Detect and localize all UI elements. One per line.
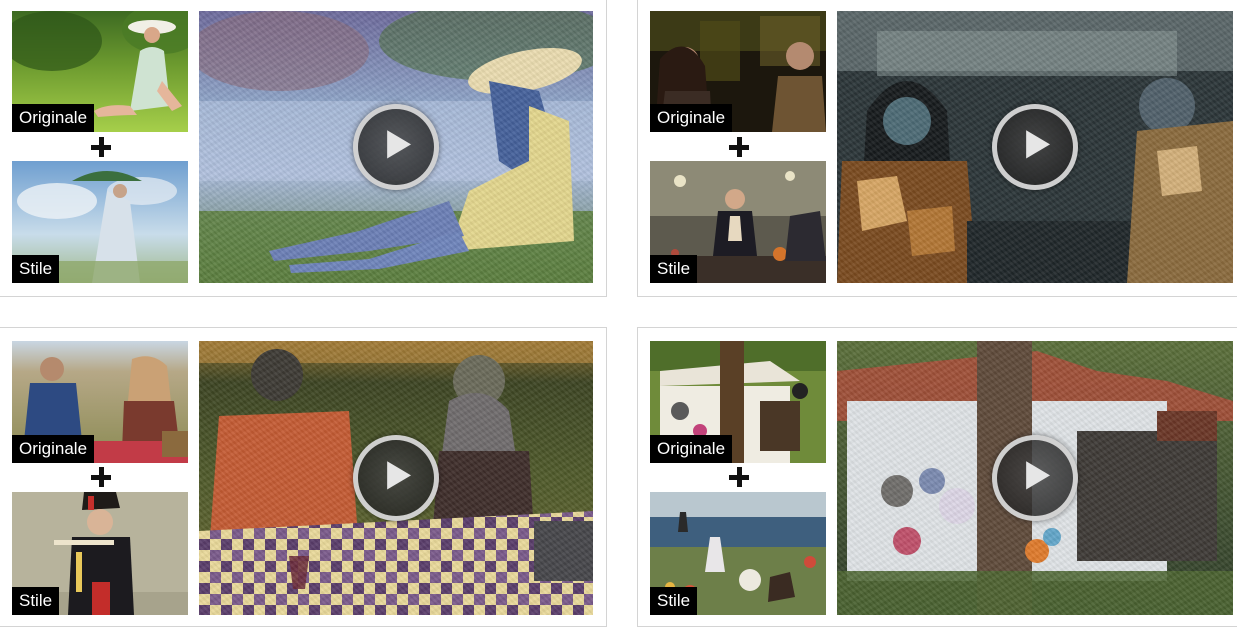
original-image-thumbnail: Originale bbox=[650, 11, 826, 132]
plus-icon bbox=[729, 467, 749, 487]
original-image-thumbnail: Originale bbox=[12, 11, 188, 132]
play-button[interactable] bbox=[992, 104, 1078, 190]
original-image-thumbnail: Originale bbox=[650, 341, 826, 463]
style-transfer-card-4: Originale Stile bbox=[637, 327, 1237, 627]
style-transfer-card-1: Originale Stile bbox=[0, 0, 607, 297]
play-button[interactable] bbox=[992, 435, 1078, 521]
original-image-thumbnail: Originale bbox=[12, 341, 188, 463]
style-image-thumbnail: Stile bbox=[12, 492, 188, 615]
style-label: Stile bbox=[12, 255, 60, 283]
play-button[interactable] bbox=[353, 104, 439, 190]
original-label: Originale bbox=[12, 435, 95, 463]
stylized-video-player[interactable] bbox=[199, 341, 593, 615]
stylized-video-player[interactable] bbox=[199, 11, 593, 283]
original-label: Originale bbox=[12, 104, 95, 132]
plus-icon bbox=[91, 467, 111, 487]
original-label: Originale bbox=[650, 104, 733, 132]
style-image-thumbnail: Stile bbox=[650, 492, 826, 615]
play-icon bbox=[1026, 130, 1051, 159]
style-transfer-card-2: Originale Stile bbox=[637, 0, 1237, 297]
style-transfer-card-3: Originale Stile bbox=[0, 327, 607, 627]
original-label: Originale bbox=[650, 435, 733, 463]
stylized-video-player[interactable] bbox=[837, 341, 1233, 615]
plus-icon bbox=[729, 137, 749, 157]
play-icon bbox=[387, 461, 412, 490]
play-icon bbox=[1026, 461, 1051, 490]
style-label: Stile bbox=[12, 587, 60, 615]
style-image-thumbnail: Stile bbox=[650, 161, 826, 283]
style-image-thumbnail: Stile bbox=[12, 161, 188, 283]
play-icon bbox=[387, 130, 412, 159]
style-label: Stile bbox=[650, 587, 698, 615]
style-label: Stile bbox=[650, 255, 698, 283]
play-button[interactable] bbox=[353, 435, 439, 521]
stylized-video-player[interactable] bbox=[837, 11, 1233, 283]
plus-icon bbox=[91, 137, 111, 157]
